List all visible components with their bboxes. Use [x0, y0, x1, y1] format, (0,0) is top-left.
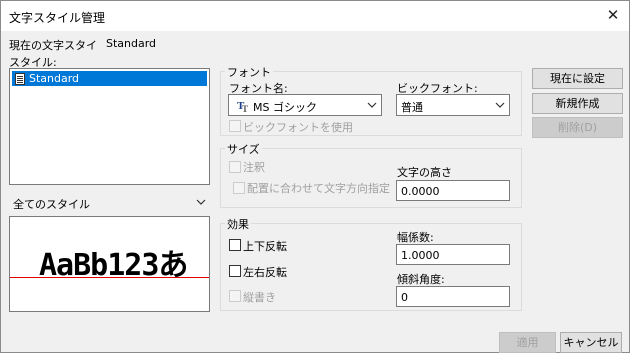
width-factor-input[interactable]: 1.0000 — [396, 244, 510, 265]
current-style-label: 現在の文字スタイ — [9, 39, 97, 52]
match-orientation-label: 配置に合わせて文字方向指定 — [247, 182, 390, 195]
use-big-font-checkbox[interactable] — [229, 120, 241, 132]
vertical-checkbox[interactable] — [229, 290, 241, 302]
annotative-checkbox[interactable] — [229, 161, 241, 173]
effects-group-label: 効果 — [225, 216, 251, 232]
close-icon[interactable]: ✕ — [601, 4, 625, 26]
text-height-label: 文字の高さ — [397, 166, 452, 179]
match-orientation-checkbox[interactable] — [233, 182, 245, 194]
text-style-dialog: 文字スタイル管理 ✕ 現在の文字スタイ Standard スタイル: Stand… — [0, 0, 630, 353]
chevron-down-icon — [495, 102, 505, 108]
chevron-down-icon — [196, 199, 206, 205]
set-current-button[interactable]: 現在に設定 — [532, 68, 623, 89]
oblique-angle-input[interactable]: 0 — [396, 286, 510, 307]
style-filter-value: 全てのスタイル — [13, 198, 90, 211]
font-group-label: フォント — [225, 64, 273, 80]
size-group-label: サイズ — [225, 141, 262, 157]
style-list[interactable]: Standard — [9, 68, 210, 185]
text-height-input[interactable]: 0.0000 — [396, 180, 510, 201]
vertical-label: 縦書き — [243, 291, 276, 304]
style-list-item-label: Standard — [29, 72, 80, 85]
backwards-label: 左右反転 — [243, 266, 287, 279]
cancel-button[interactable]: キャンセル — [560, 332, 622, 353]
style-filter-select[interactable]: 全てのスタイル — [9, 193, 210, 212]
text-height-value: 0.0000 — [401, 185, 440, 198]
big-font-select[interactable]: 普通 — [396, 94, 510, 116]
title-bar: 文字スタイル管理 ✕ — [1, 1, 629, 31]
backwards-checkbox[interactable] — [229, 265, 241, 277]
width-factor-value: 1.0000 — [401, 249, 440, 262]
current-style-value: Standard — [106, 37, 157, 50]
apply-button[interactable]: 適用 — [499, 332, 556, 353]
width-factor-label: 幅係数: — [397, 231, 434, 244]
oblique-angle-label: 傾斜角度: — [397, 273, 445, 286]
style-preview: AaBb123あ — [9, 216, 210, 312]
use-big-font-label: ビックフォントを使用 — [243, 121, 353, 134]
chevron-down-icon — [367, 102, 377, 108]
upside-down-label: 上下反転 — [243, 240, 287, 253]
font-name-select[interactable]: T T MS ゴシック — [228, 94, 382, 116]
dialog-title: 文字スタイル管理 — [9, 11, 106, 25]
svg-text:T: T — [242, 104, 248, 113]
style-list-item[interactable]: Standard — [12, 71, 207, 86]
style-document-icon — [15, 73, 25, 85]
delete-button[interactable]: 削除(D) — [532, 117, 623, 138]
annotative-label: 注釈 — [243, 161, 265, 174]
upside-down-checkbox[interactable] — [229, 239, 241, 251]
preview-text: AaBb123あ — [39, 248, 188, 283]
oblique-angle-value: 0 — [401, 291, 408, 304]
big-font-value: 普通 — [401, 101, 423, 114]
new-style-button[interactable]: 新規作成 — [532, 93, 623, 114]
truetype-icon: T T — [237, 100, 248, 113]
font-name-value: MS ゴシック — [253, 101, 317, 114]
